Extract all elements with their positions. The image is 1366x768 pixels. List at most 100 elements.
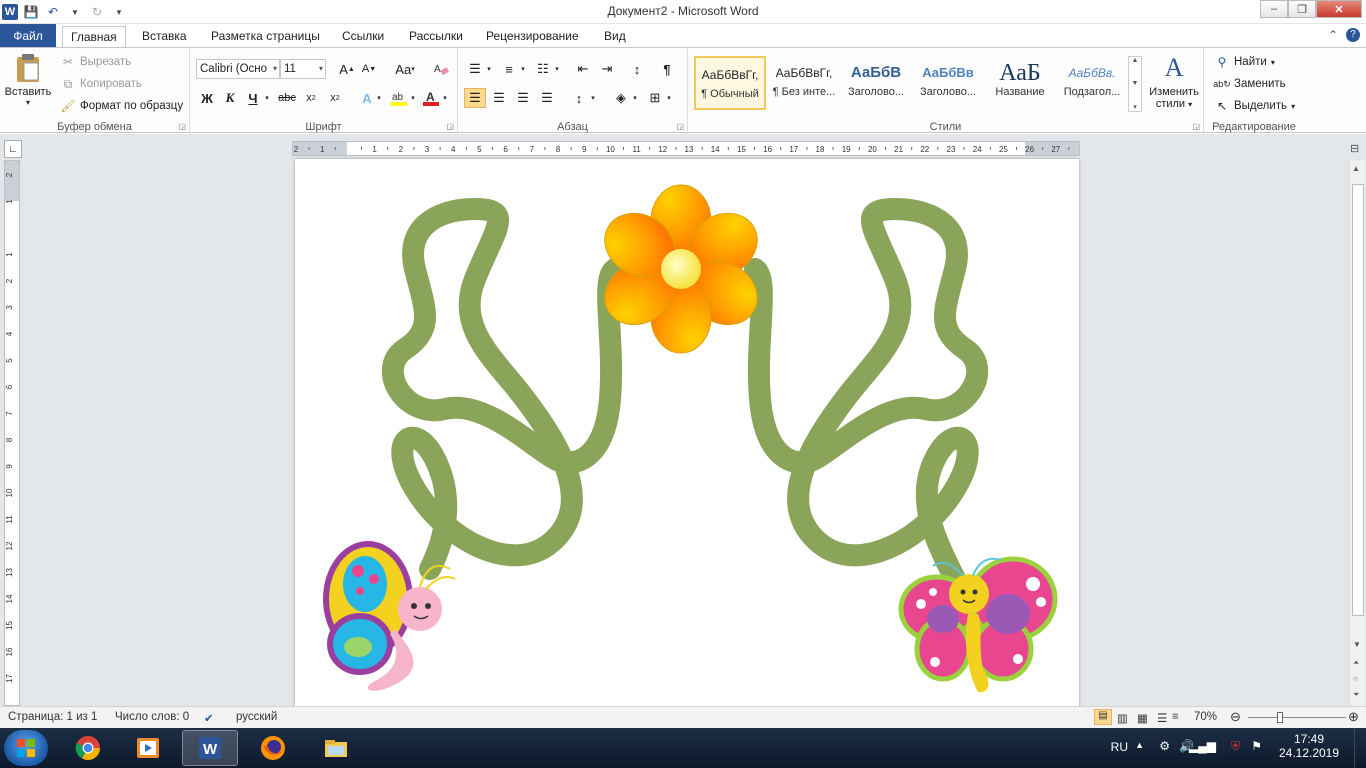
tab-references[interactable]: Ссылки — [334, 26, 392, 48]
chevron-down-icon[interactable]: ▼ — [1132, 80, 1139, 87]
italic-button[interactable]: К — [219, 88, 241, 108]
next-page-icon[interactable]: ⏷ — [1353, 690, 1359, 700]
multilevel-list-icon[interactable]: ☷ — [532, 59, 554, 79]
document-page[interactable] — [295, 159, 1079, 709]
chevron-up-icon[interactable]: ▲ — [1352, 164, 1360, 173]
dialog-launcher-icon[interactable]: ◲ — [676, 122, 684, 131]
sort-icon[interactable]: ↕ — [626, 59, 648, 79]
network-settings-icon[interactable]: ⚙ — [1159, 739, 1170, 753]
highlight-icon[interactable]: ab — [388, 88, 410, 108]
cut-button[interactable]: ✂ Вырезать — [60, 54, 131, 70]
dialog-launcher-icon[interactable]: ◲ — [1192, 122, 1200, 131]
copy-button[interactable]: ⧉ Копировать — [60, 76, 142, 92]
minimize-ribbon-icon[interactable]: ⌃ — [1328, 28, 1338, 42]
shrink-font-icon[interactable]: A ▼ — [358, 59, 380, 79]
horizontal-ruler[interactable]: 2 1 1 2 3 4 5 6 7 8 9 10 11 12 13 14 15 16 17 18 19 20 21 22 23 2… — [292, 141, 1080, 156]
font-name-combo[interactable]: Calibri (Осно ▾ — [196, 59, 280, 79]
chevron-down-icon[interactable]: ▾ — [518, 59, 528, 79]
font-size-combo[interactable]: 11 ▾ — [280, 59, 326, 79]
tab-home[interactable]: Главная — [62, 26, 126, 48]
taskbar-firefox[interactable] — [245, 730, 301, 766]
maze-picture[interactable] — [295, 159, 1079, 709]
line-spacing-icon[interactable]: ↕ — [568, 88, 590, 108]
bold-button[interactable]: Ж — [196, 88, 218, 108]
chevron-down-icon[interactable]: ▾ — [664, 88, 674, 108]
clear-formatting-icon[interactable]: A — [430, 59, 452, 79]
bullets-icon[interactable]: ☰ — [464, 59, 486, 79]
previous-page-icon[interactable]: ⏶ — [1353, 658, 1359, 668]
security-shield-icon[interactable]: ⛨ — [1231, 739, 1240, 754]
chevron-down-icon[interactable]: ▾ — [588, 88, 598, 108]
full-screen-reading-icon[interactable]: ▥ — [1117, 711, 1128, 725]
grow-font-icon[interactable]: A ▲ — [336, 59, 358, 79]
scroll-thumb[interactable] — [1352, 184, 1364, 616]
word-count[interactable]: Число слов: 0 — [115, 711, 189, 723]
zoom-out-icon[interactable]: ⊖ — [1230, 709, 1241, 725]
signal-icon[interactable]: ▂▄▆ — [1189, 739, 1216, 753]
tab-file[interactable]: Файл — [0, 24, 56, 48]
close-button[interactable]: ✕ — [1316, 0, 1362, 18]
align-left-icon[interactable]: ☰ — [464, 88, 486, 108]
font-color-icon[interactable]: A — [420, 88, 442, 108]
chevron-down-icon[interactable]: ▾ — [440, 88, 450, 108]
web-layout-icon[interactable]: ▦ — [1137, 711, 1148, 725]
proofing-icon[interactable]: ✔ — [204, 711, 214, 725]
zoom-slider-thumb[interactable] — [1277, 712, 1283, 723]
align-right-icon[interactable]: ☰ — [512, 88, 534, 108]
chevron-up-icon[interactable]: ▲ — [1132, 57, 1139, 64]
chevron-down-icon[interactable]: ▾ — [262, 88, 272, 108]
chevron-down-icon[interactable]: ▾ — [552, 59, 562, 79]
format-painter-button[interactable]: 🖌 Формат по образцу — [60, 98, 183, 114]
superscript-icon[interactable]: x2 — [324, 88, 346, 108]
paste-button[interactable]: Вставить ▾ — [4, 52, 52, 107]
align-center-icon[interactable]: ☰ — [488, 88, 510, 108]
view-ruler-icon[interactable]: ⊟ — [1350, 142, 1359, 155]
clock[interactable]: 17:49 24.12.2019 — [1274, 732, 1344, 760]
chevron-down-icon[interactable]: ▾ — [630, 88, 640, 108]
chevron-down-icon[interactable]: ▼ — [1353, 640, 1361, 649]
start-button[interactable] — [4, 730, 48, 766]
help-icon[interactable]: ? — [1346, 28, 1360, 42]
change-styles-button[interactable]: A Изменить стили ▾ — [1144, 52, 1204, 110]
show-formatting-icon[interactable]: ¶ — [656, 59, 678, 79]
action-center-icon[interactable]: ⚑ — [1251, 739, 1262, 753]
show-hidden-icons-icon[interactable]: ▲ — [1135, 740, 1144, 750]
chevron-down-icon[interactable]: ▾ — [408, 88, 418, 108]
style-heading-1[interactable]: АаБбВ Заголово... — [840, 56, 912, 110]
style-title[interactable]: АаБ Название — [984, 56, 1056, 110]
shading-icon[interactable]: ◈ — [610, 88, 632, 108]
style-normal[interactable]: АаБбВвГг, ¶ Обычный — [694, 56, 766, 110]
minimize-button[interactable]: – — [1260, 0, 1288, 18]
draft-icon[interactable]: ≡ — [1172, 711, 1179, 723]
numbering-icon[interactable]: ≡ — [498, 59, 520, 79]
find-button[interactable]: ⚲ Найти ▾ — [1214, 54, 1275, 70]
language-status[interactable]: русский — [236, 711, 277, 723]
increase-indent-icon[interactable]: ⇥ — [596, 59, 618, 79]
chevron-down-icon[interactable]: ▾ — [484, 59, 494, 79]
replace-button[interactable]: ab↻ Заменить — [1213, 76, 1285, 92]
zoom-slider[interactable] — [1248, 717, 1346, 718]
tab-review[interactable]: Рецензирование — [478, 26, 587, 48]
show-desktop-button[interactable] — [1354, 728, 1366, 768]
input-language[interactable]: RU — [1111, 740, 1128, 754]
dialog-launcher-icon[interactable]: ◲ — [178, 122, 186, 131]
taskbar-file-explorer[interactable] — [308, 730, 364, 766]
vertical-ruler[interactable]: 2 1 1 2 3 4 5 6 7 8 9 10 11 12 13 14 15 16 17 — [4, 160, 20, 706]
style-subtitle[interactable]: АаБбВв. Подзагол... — [1056, 56, 1128, 110]
select-button[interactable]: ↖ Выделить ▾ — [1214, 98, 1295, 114]
zoom-in-icon[interactable]: ⊕ — [1348, 709, 1359, 725]
strikethrough-button[interactable]: abc — [276, 88, 298, 108]
justify-icon[interactable]: ☰ — [536, 88, 558, 108]
tab-view[interactable]: Вид — [596, 26, 634, 48]
tab-mailings[interactable]: Рассылки — [401, 26, 471, 48]
subscript-icon[interactable]: x2 — [300, 88, 322, 108]
change-case-button[interactable]: Aa ▾ — [390, 59, 420, 79]
dialog-launcher-icon[interactable]: ◲ — [446, 122, 454, 131]
browse-object-icon[interactable]: ○ — [1353, 674, 1358, 683]
taskbar-media-player[interactable] — [120, 730, 176, 766]
underline-button[interactable]: Ч — [242, 88, 264, 108]
print-layout-icon[interactable]: ▤ — [1094, 709, 1112, 725]
tab-selector-icon[interactable]: ∟ — [4, 140, 22, 158]
taskbar-word[interactable]: W — [182, 730, 238, 766]
outline-icon[interactable]: ☰ — [1157, 711, 1167, 725]
